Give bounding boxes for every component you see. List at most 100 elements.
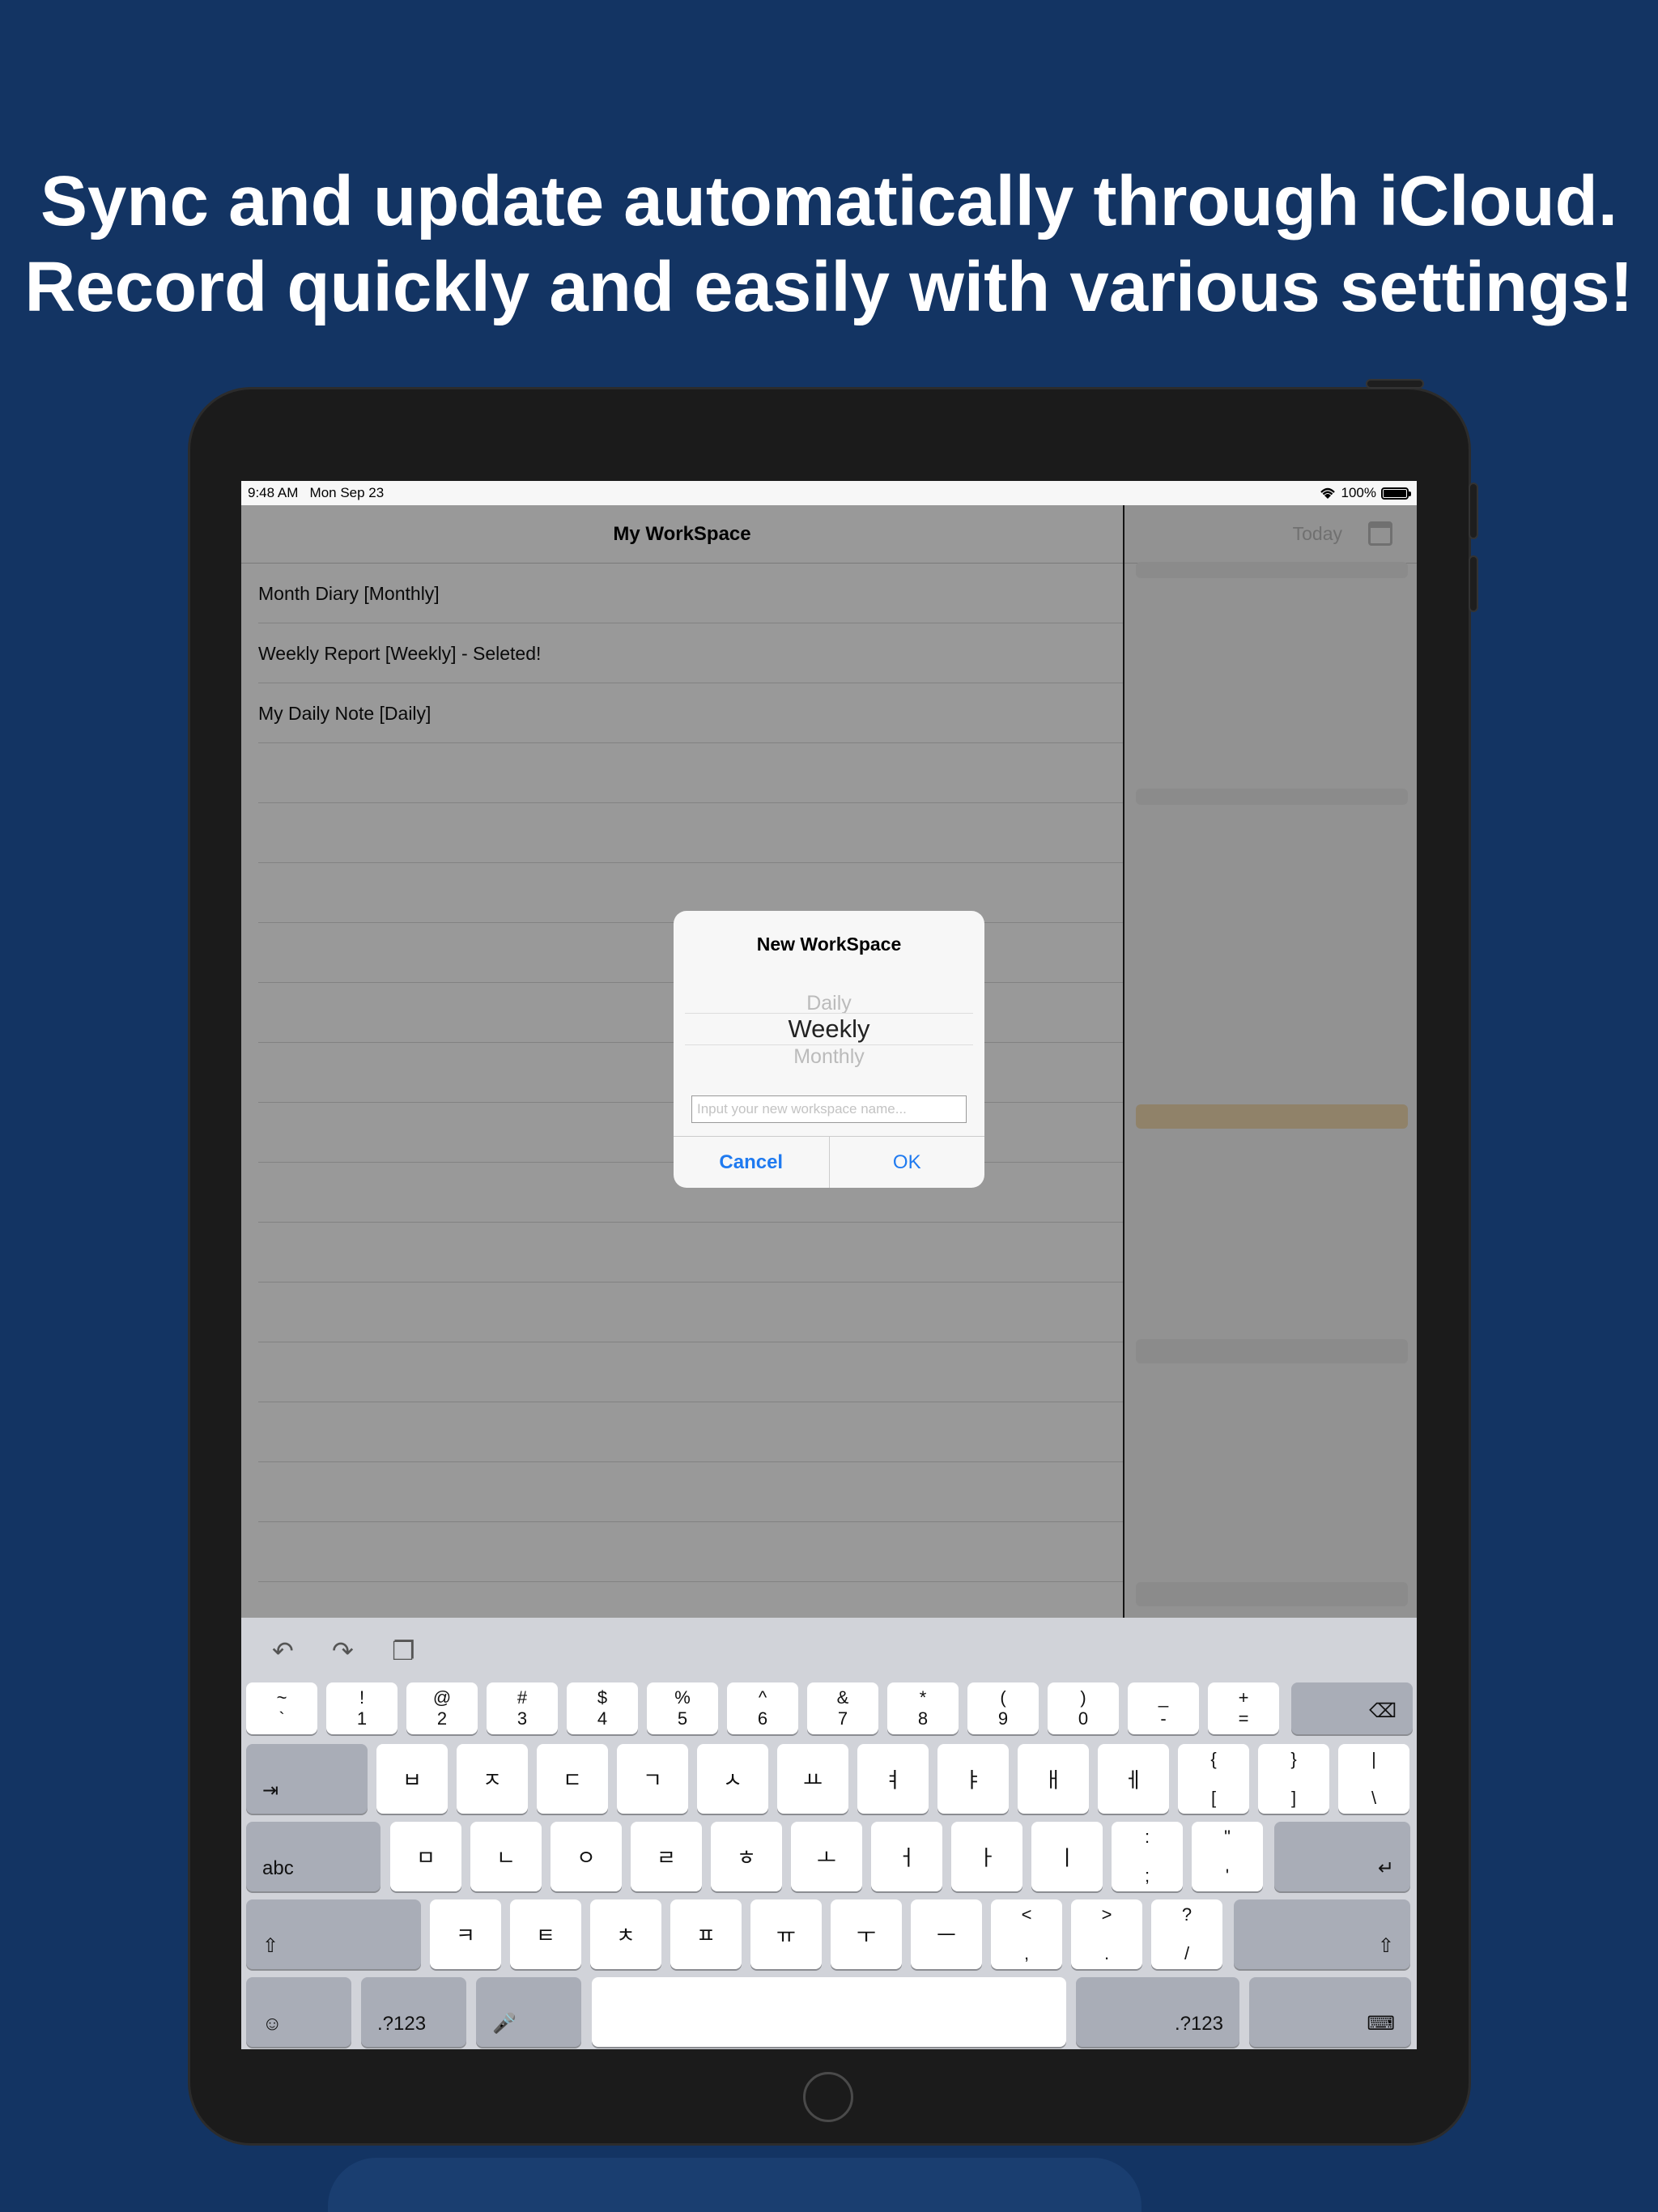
status-time: 9:48 AM bbox=[248, 485, 299, 500]
key[interactable]: ? / bbox=[1151, 1899, 1222, 1969]
numbers-key-right[interactable]: .?123 bbox=[1076, 1977, 1239, 2047]
status-date: Mon Sep 23 bbox=[309, 485, 385, 500]
return-key[interactable]: ↵ bbox=[1274, 1822, 1410, 1891]
key[interactable]: ! 1 bbox=[326, 1682, 397, 1734]
key[interactable]: ㅗ bbox=[791, 1822, 862, 1891]
key[interactable]: ㄴ bbox=[470, 1822, 542, 1891]
new-workspace-dialog: New WorkSpace Daily Weekly Monthly Cance… bbox=[674, 911, 984, 1188]
frequency-picker[interactable]: Daily Weekly Monthly bbox=[685, 992, 973, 1081]
key[interactable]: ㄱ bbox=[617, 1744, 688, 1814]
detail-card bbox=[1136, 562, 1408, 578]
undo-icon[interactable]: ↶ bbox=[272, 1636, 294, 1666]
key[interactable]: " ' bbox=[1192, 1822, 1263, 1891]
volume-down-button bbox=[1469, 555, 1478, 612]
dismiss-keyboard-key[interactable]: ⌨ bbox=[1249, 1977, 1411, 2047]
empty-row bbox=[258, 1462, 1123, 1522]
workspace-name-input[interactable] bbox=[691, 1095, 967, 1123]
key[interactable]: ㅍ bbox=[670, 1899, 742, 1969]
key[interactable]: ㄹ bbox=[631, 1822, 702, 1891]
delete-key[interactable]: ⌫ bbox=[1291, 1682, 1413, 1734]
status-bar: 9:48 AM Mon Sep 23 100% bbox=[241, 481, 1417, 505]
key[interactable]: ㅐ bbox=[1018, 1744, 1089, 1814]
shift-key-right[interactable]: ⇧ bbox=[1234, 1899, 1410, 1969]
numbers-key-left[interactable]: .?123 bbox=[361, 1977, 466, 2047]
key[interactable]: % 5 bbox=[647, 1682, 718, 1734]
key[interactable]: :; bbox=[1112, 1822, 1183, 1891]
key[interactable]: + = bbox=[1208, 1682, 1279, 1734]
paste-icon[interactable]: ❐ bbox=[392, 1636, 415, 1666]
key[interactable]: ㅑ bbox=[937, 1744, 1009, 1814]
key[interactable]: ㄷ bbox=[537, 1744, 608, 1814]
key[interactable]: ㅅ bbox=[697, 1744, 768, 1814]
tab-key[interactable]: ⇥ bbox=[246, 1744, 368, 1814]
dialog-buttons: Cancel OK bbox=[674, 1136, 984, 1188]
today-button[interactable]: Today bbox=[1293, 523, 1342, 545]
key[interactable]: ㅣ bbox=[1031, 1822, 1103, 1891]
key[interactable]: | \ bbox=[1338, 1744, 1409, 1814]
ok-button[interactable]: OK bbox=[830, 1137, 985, 1188]
picker-selected-option[interactable]: Weekly bbox=[685, 1013, 973, 1045]
key[interactable]: ㅂ bbox=[376, 1744, 448, 1814]
tab-icon: ⇥ bbox=[262, 1780, 279, 1802]
key[interactable]: {[ bbox=[1178, 1744, 1249, 1814]
detail-header: Today bbox=[1124, 505, 1417, 564]
key[interactable]: ㅜ bbox=[831, 1899, 902, 1969]
emoji-key[interactable]: ☺ bbox=[246, 1977, 351, 2047]
picker-option[interactable]: Daily bbox=[685, 992, 973, 1015]
calendar-icon[interactable] bbox=[1368, 521, 1392, 546]
key[interactable]: ㅔ bbox=[1098, 1744, 1169, 1814]
redo-icon[interactable]: ↷ bbox=[332, 1636, 354, 1666]
dialog-title: New WorkSpace bbox=[756, 934, 902, 955]
microphone-icon: 🎤 bbox=[492, 2013, 517, 2035]
key[interactable]: _ - bbox=[1128, 1682, 1199, 1734]
space-key[interactable] bbox=[592, 1977, 1066, 2047]
key[interactable]: (9 bbox=[967, 1682, 1039, 1734]
key[interactable]: & 7 bbox=[807, 1682, 878, 1734]
return-icon: ↵ bbox=[1377, 1857, 1394, 1879]
empty-row bbox=[258, 803, 1123, 863]
key[interactable]: ㅋ bbox=[430, 1899, 501, 1969]
picker-option[interactable]: Monthly bbox=[685, 1045, 973, 1069]
headline-line-2: Record quickly and easily with various s… bbox=[24, 248, 1634, 326]
key[interactable]: ㅕ bbox=[857, 1744, 929, 1814]
key[interactable]: ㅡ bbox=[911, 1899, 982, 1969]
workspace-row[interactable]: Weekly Report [Weekly] - Seleted! bbox=[258, 623, 1123, 683]
key[interactable]: ㅊ bbox=[590, 1899, 661, 1969]
detail-card bbox=[1136, 789, 1408, 805]
key[interactable]: $4 bbox=[567, 1682, 638, 1734]
battery-icon bbox=[1381, 487, 1411, 500]
cancel-button[interactable]: Cancel bbox=[674, 1137, 830, 1188]
key[interactable]: ㅇ bbox=[551, 1822, 622, 1891]
workspace-row[interactable]: My Daily Note [Daily] bbox=[258, 683, 1123, 743]
workspace-row[interactable]: Month Diary [Monthly] bbox=[258, 564, 1123, 623]
key[interactable]: #3 bbox=[487, 1682, 558, 1734]
dictation-key[interactable]: 🎤 bbox=[476, 1977, 581, 2047]
key[interactable]: ~ ` bbox=[246, 1682, 317, 1734]
key[interactable]: ) 0 bbox=[1048, 1682, 1119, 1734]
key[interactable]: ㅛ bbox=[777, 1744, 848, 1814]
empty-row bbox=[258, 1223, 1123, 1283]
key[interactable]: ㅁ bbox=[390, 1822, 461, 1891]
empty-row bbox=[258, 1522, 1123, 1582]
key[interactable]: <, bbox=[991, 1899, 1062, 1969]
key[interactable]: ㅎ bbox=[711, 1822, 782, 1891]
home-button[interactable] bbox=[803, 2072, 853, 2122]
key[interactable]: ㅠ bbox=[750, 1899, 822, 1969]
headline-line-1: Sync and update automatically through iC… bbox=[40, 162, 1618, 240]
delete-icon: ⌫ bbox=[1369, 1700, 1397, 1722]
key[interactable]: }] bbox=[1258, 1744, 1329, 1814]
key[interactable]: >. bbox=[1071, 1899, 1142, 1969]
key[interactable]: ㅌ bbox=[510, 1899, 581, 1969]
key[interactable]: ^ 6 bbox=[727, 1682, 798, 1734]
abc-key[interactable]: abc bbox=[246, 1822, 380, 1891]
key[interactable]: ㅈ bbox=[457, 1744, 528, 1814]
ipad-screen: 9:48 AM Mon Sep 23 100% My WorkSpace Mon… bbox=[241, 481, 1417, 2049]
key[interactable]: * 8 bbox=[887, 1682, 959, 1734]
key[interactable]: ㅏ bbox=[951, 1822, 1022, 1891]
shift-key-left[interactable]: ⇧ bbox=[246, 1899, 421, 1969]
empty-row bbox=[258, 1342, 1123, 1402]
detail-card bbox=[1136, 1104, 1408, 1129]
key[interactable]: @2 bbox=[406, 1682, 478, 1734]
battery-percent: 100% bbox=[1341, 485, 1376, 500]
key[interactable]: ㅓ bbox=[871, 1822, 942, 1891]
